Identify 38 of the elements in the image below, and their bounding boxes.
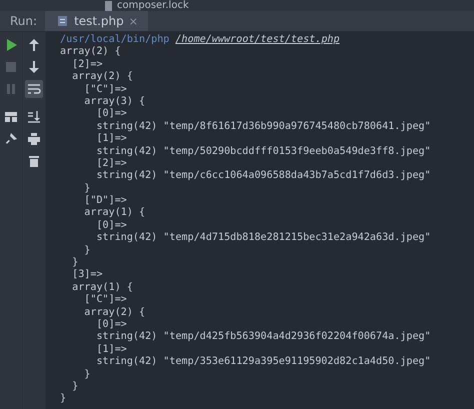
- file-icon: [104, 0, 113, 10]
- output-line: }: [83, 244, 90, 256]
- output-line: array(2) {: [60, 46, 121, 58]
- output-line: [0]=>: [95, 318, 127, 330]
- output-line: array(1) {: [71, 282, 133, 293]
- run-label: Run:: [9, 14, 38, 28]
- command-text: /usr/local/bin/php: [60, 34, 170, 45]
- output-line: string(42) "temp/c6cc1064a096588da43b7a5cd1f7d6d3.jpeg": [95, 170, 431, 182]
- output-line: array(2) {: [83, 306, 146, 318]
- output-line: array(3) {: [83, 96, 146, 107]
- output-line: [0]=>: [95, 108, 127, 120]
- output-line: ["C"]=>: [83, 294, 127, 306]
- output-line: }: [60, 393, 66, 404]
- file-icon: [57, 15, 70, 27]
- output-line: }: [71, 380, 78, 392]
- output-line: string(42) "temp/50290bcddfff0153f9eeb0a549de3ff8.jpeg": [95, 146, 431, 157]
- output-line: array(1) {: [83, 207, 146, 218]
- output-line: }: [71, 257, 78, 268]
- run-tab[interactable]: test.php ×: [45, 11, 148, 31]
- wrap-icon[interactable]: [25, 80, 43, 98]
- output-line: ["D"]=>: [83, 195, 127, 206]
- output-line: [1]=>: [95, 133, 127, 144]
- output-line: string(42) "temp/353e61129a395e91195902d82c1a4d50.jpeg": [95, 356, 431, 368]
- script-path-link[interactable]: /home/wwwroot/test/test.php: [175, 34, 340, 45]
- file-name[interactable]: composer.lock: [117, 0, 189, 10]
- output-line: [3]=>: [71, 269, 103, 280]
- output-line: }: [83, 368, 90, 380]
- output-line: [2]=>: [95, 158, 127, 169]
- output-line: string(42) "temp/4d715db818e281215bec31e2a942a63d.jpeg": [95, 232, 431, 244]
- output-line: string(42) "temp/d425fb563904a4d2936f02204f00674a.jpeg": [95, 331, 431, 342]
- output-line: [2]=>: [71, 58, 103, 70]
- output-line: array(2) {: [71, 71, 133, 82]
- output-line: }: [83, 182, 90, 194]
- output-line: ["C"]=>: [83, 84, 127, 95]
- output-line: [1]=>: [95, 344, 127, 355]
- output-line: string(42) "temp/8f61617d36b990a976745480cb780641.jpeg": [95, 120, 431, 132]
- print-icon[interactable]: [25, 130, 43, 148]
- output-line: [0]=>: [95, 220, 127, 231]
